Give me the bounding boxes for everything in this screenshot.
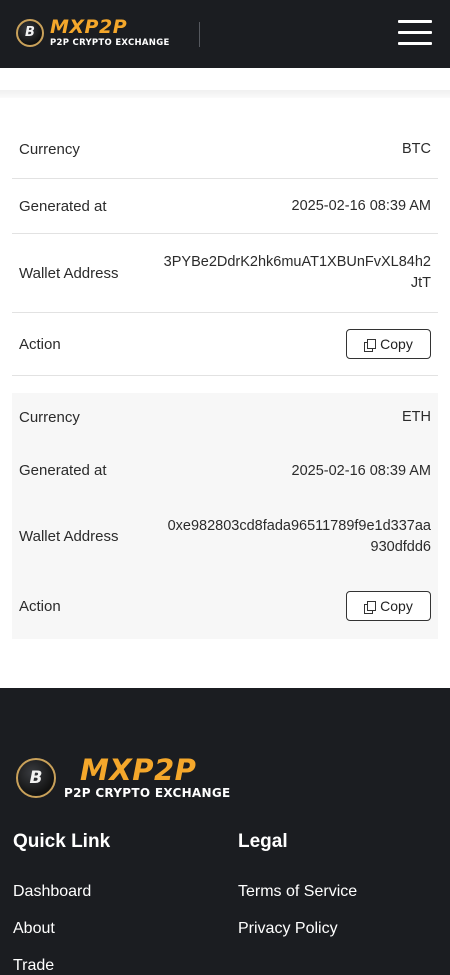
currency-row: Currency ETH	[12, 393, 438, 441]
wallet-card-btc: Currency BTC Generated at 2025-02-16 08:…	[12, 120, 438, 376]
generated-at-value: 2025-02-16 08:39 AM	[291, 198, 431, 214]
footer-link-privacy[interactable]: Privacy Policy	[238, 920, 338, 938]
currency-value: BTC	[402, 141, 431, 157]
wallet-address-value: 0xe982803cd8fada96511789f9e1d337aa930dfd…	[167, 517, 431, 555]
generated-at-label: Generated at	[19, 462, 107, 479]
generated-at-value: 2025-02-16 08:39 AM	[291, 462, 431, 479]
header-divider	[199, 22, 200, 47]
currency-value: ETH	[402, 409, 431, 425]
copy-label: Copy	[380, 598, 413, 614]
generated-at-label: Generated at	[19, 197, 107, 215]
action-row: Action Copy	[12, 573, 438, 639]
hamburger-menu-icon[interactable]	[398, 20, 432, 46]
copy-button[interactable]: Copy	[346, 329, 431, 359]
action-label: Action	[19, 335, 61, 353]
generated-at-row: Generated at 2025-02-16 08:39 AM	[12, 179, 438, 234]
wallet-card-eth: Currency ETH Generated at 2025-02-16 08:…	[12, 393, 438, 639]
logo-text: MXP2P P2P CRYPTO EXCHANGE	[64, 753, 231, 800]
wallet-address-label: Wallet Address	[19, 264, 119, 282]
copy-button[interactable]: Copy	[346, 591, 431, 621]
action-row: Action Copy	[12, 313, 438, 376]
legal-heading: Legal	[238, 831, 288, 852]
brand-name: MXP2P	[50, 16, 128, 38]
currency-label: Currency	[19, 408, 80, 426]
brand-tagline: P2P CRYPTO EXCHANGE	[50, 38, 170, 48]
footer-link-about[interactable]: About	[13, 920, 55, 938]
wallet-address-label: Wallet Address	[19, 528, 119, 545]
wallet-address-row: Wallet Address 3PYBe2DdrK2hk6muAT1XBUnFv…	[12, 234, 438, 313]
footer-link-trade[interactable]: Trade	[13, 957, 54, 975]
currency-label: Currency	[19, 140, 80, 158]
copy-icon	[364, 600, 377, 614]
currency-row: Currency BTC	[12, 120, 438, 179]
content-top	[0, 68, 450, 90]
logo-text: MXP2P P2P CRYPTO EXCHANGE	[50, 18, 170, 48]
site-footer: B MXP2P P2P CRYPTO EXCHANGE Quick Link D…	[0, 688, 450, 975]
content-shade	[0, 90, 450, 98]
copy-label: Copy	[380, 336, 413, 352]
header-logo[interactable]: B MXP2P P2P CRYPTO EXCHANGE	[16, 18, 170, 48]
brand-name: MXP2P	[80, 753, 197, 787]
copy-icon	[364, 338, 377, 352]
wallet-address-row: Wallet Address 0xe982803cd8fada96511789f…	[12, 500, 438, 573]
bitcoin-coin-icon: B	[16, 757, 56, 798]
footer-link-dashboard[interactable]: Dashboard	[13, 883, 91, 901]
bitcoin-coin-icon: B	[16, 18, 44, 47]
footer-link-terms[interactable]: Terms of Service	[238, 883, 357, 901]
brand-tagline: P2P CRYPTO EXCHANGE	[64, 786, 231, 800]
action-label: Action	[19, 597, 61, 615]
generated-at-row: Generated at 2025-02-16 08:39 AM	[12, 441, 438, 500]
footer-logo[interactable]: B MXP2P P2P CRYPTO EXCHANGE	[16, 756, 231, 799]
quick-link-heading: Quick Link	[13, 831, 111, 852]
wallet-address-value: 3PYBe2DdrK2hk6muAT1XBUnFvXL84h2JtT	[163, 254, 431, 291]
site-header: B MXP2P P2P CRYPTO EXCHANGE	[0, 0, 450, 68]
